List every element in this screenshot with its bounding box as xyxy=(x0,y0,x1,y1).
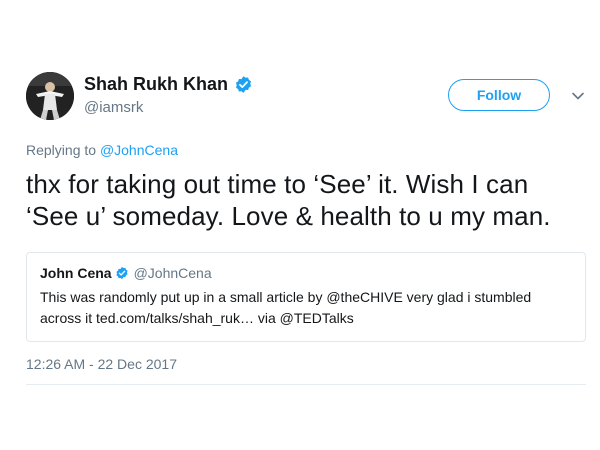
tweet-header: Shah Rukh Khan @iamsrk Follow xyxy=(26,68,586,126)
quoted-author-name: John Cena xyxy=(40,265,112,281)
divider xyxy=(26,384,586,385)
author-handle[interactable]: @iamsrk xyxy=(84,99,253,116)
quoted-tweet-text: This was randomly put up in a small arti… xyxy=(40,289,532,326)
author-display-name[interactable]: Shah Rukh Khan xyxy=(84,74,228,95)
quoted-tweet[interactable]: John Cena @JohnCena This was randomly pu… xyxy=(26,252,586,342)
reply-mention-link[interactable]: @JohnCena xyxy=(100,142,178,158)
tweet-text: thx for taking out time to ‘See’ it. Wis… xyxy=(26,169,551,231)
verified-badge-icon xyxy=(116,266,128,280)
author-name-row: Shah Rukh Khan xyxy=(84,74,253,95)
follow-button[interactable]: Follow xyxy=(448,79,550,111)
author-info: Shah Rukh Khan @iamsrk xyxy=(84,74,253,116)
author-avatar[interactable] xyxy=(26,72,74,120)
quoted-author-handle: @JohnCena xyxy=(133,265,212,281)
verified-badge-icon xyxy=(235,76,252,93)
chevron-down-icon[interactable] xyxy=(570,88,586,104)
replying-to: Replying to @JohnCena xyxy=(26,142,586,158)
tweet-timestamp[interactable]: 12:26 AM - 22 Dec 2017 xyxy=(26,356,586,372)
avatar-photo-icon xyxy=(26,72,74,120)
quoted-tweet-header: John Cena @JohnCena xyxy=(40,265,573,281)
tweet-card: Shah Rukh Khan @iamsrk Follow Replying t… xyxy=(26,68,586,385)
replying-to-label: Replying to xyxy=(26,142,97,158)
